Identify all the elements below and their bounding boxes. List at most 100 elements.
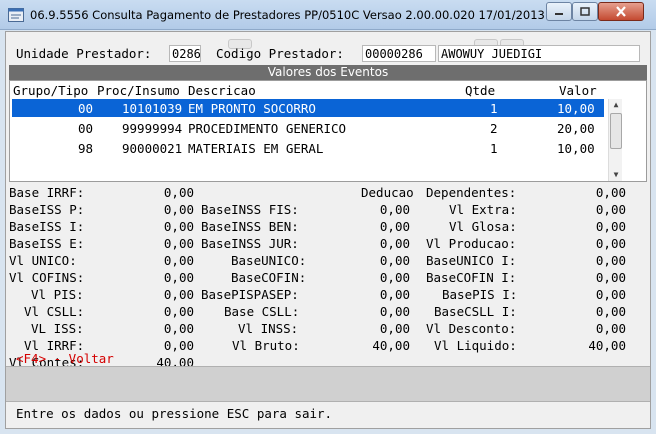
- cell-valor: 10,00: [557, 101, 595, 116]
- status-bar: Entre os dados ou pressione ESC para sai…: [6, 402, 650, 428]
- unidade-prestador-label: Unidade Prestador:: [16, 46, 152, 61]
- table-row[interactable]: 00 10101039 EM PRONTO SOCORRO 1 10,00: [12, 99, 604, 117]
- total-value: 40,00: [588, 338, 626, 353]
- total-label: BaseISS I:: [9, 219, 85, 234]
- total-label: BaseUNICO:: [231, 253, 307, 268]
- total-value: 0,00: [379, 236, 410, 251]
- close-icon: [616, 6, 626, 17]
- window-title: 06.9.5556 Consulta Pagamento de Prestado…: [30, 8, 586, 22]
- total-value: 0,00: [379, 219, 410, 234]
- grid-scrollbar[interactable]: ▲ ▼: [608, 99, 622, 181]
- grid-header: Grupo/Tipo Proc/Insumo Descricao Qtde Va…: [10, 81, 646, 99]
- scroll-down-icon[interactable]: ▼: [609, 169, 623, 181]
- cell-valor: 10,00: [557, 141, 595, 156]
- cell-grupo: 00: [78, 101, 94, 116]
- total-label: Vl Desconto:: [426, 321, 517, 336]
- minimize-button[interactable]: [546, 2, 572, 21]
- total-value: 0,00: [163, 185, 194, 200]
- cell-descricao: EM PRONTO SOCORRO: [188, 101, 316, 116]
- total-value: 40,00: [372, 338, 410, 353]
- total-label: BasePISPASEP:: [201, 287, 299, 302]
- total-value: 0,00: [163, 287, 194, 302]
- total-value: 0,00: [379, 304, 410, 319]
- total-label: Vl Producao:: [426, 236, 517, 251]
- totals-panel: Base IRRF: 0,00 BaseISS P: 0,00 BaseISS …: [6, 183, 650, 370]
- total-value: 0,00: [595, 304, 626, 319]
- total-label: Base IRRF:: [9, 185, 85, 200]
- total-label: Vl UNICO:: [9, 253, 77, 268]
- total-label: Vl INSS:: [238, 321, 299, 336]
- total-label: Vl Extra:: [449, 202, 517, 217]
- total-label: BaseCOFIN:: [231, 270, 307, 285]
- unidade-prestador-field[interactable]: 0286: [169, 45, 201, 62]
- app-icon: [8, 8, 24, 22]
- total-value: 0,00: [163, 202, 194, 217]
- total-value: 0,00: [595, 202, 626, 217]
- grid-title: Valores dos Eventos: [9, 65, 647, 80]
- table-row[interactable]: 98 90000021 MATERIAIS EM GERAL 1 10,00: [12, 139, 604, 157]
- total-label: Vl PIS:: [31, 287, 84, 302]
- total-label: Deducao: [361, 185, 414, 200]
- cell-descricao: MATERIAIS EM GERAL: [188, 141, 324, 156]
- status-message: Entre os dados ou pressione ESC para sai…: [16, 406, 333, 421]
- minimize-icon: [555, 12, 563, 15]
- cell-proc: 10101039: [122, 101, 183, 116]
- total-label: Dependentes:: [426, 185, 517, 200]
- column-header-grupo[interactable]: Grupo/Tipo: [13, 83, 88, 98]
- cell-qtde: 2: [490, 121, 498, 136]
- total-label: BaseCOFIN I:: [426, 270, 517, 285]
- total-label: VL ISS:: [31, 321, 84, 336]
- total-label: BaseINSS JUR:: [201, 236, 299, 251]
- total-value: 0,00: [379, 287, 410, 302]
- maximize-icon: [580, 7, 590, 16]
- events-grid[interactable]: Grupo/Tipo Proc/Insumo Descricao Qtde Va…: [9, 80, 647, 182]
- cell-valor: 20,00: [557, 121, 595, 136]
- cell-descricao: PROCEDIMENTO GENERICO: [188, 121, 347, 136]
- codigo-prestador-label: Codigo Prestador:: [216, 46, 344, 61]
- cell-proc: 90000021: [122, 141, 183, 156]
- total-value: 0,00: [163, 270, 194, 285]
- column-header-descricao[interactable]: Descricao: [188, 83, 256, 98]
- total-value: 0,00: [595, 270, 626, 285]
- total-label: Vl CSLL:: [24, 304, 85, 319]
- total-label: BaseINSS FIS:: [201, 202, 299, 217]
- total-label: Vl Bruto:: [232, 338, 300, 353]
- total-value: 0,00: [595, 253, 626, 268]
- codigo-prestador-field[interactable]: 00000286: [362, 45, 436, 62]
- scroll-up-icon[interactable]: ▲: [609, 99, 623, 111]
- total-value: 0,00: [163, 253, 194, 268]
- total-label: BasePIS I:: [442, 287, 518, 302]
- total-label: Vl Glosa:: [449, 219, 517, 234]
- column-header-qtde[interactable]: Qtde: [465, 83, 495, 98]
- total-value: 0,00: [163, 236, 194, 251]
- close-button[interactable]: [598, 2, 644, 21]
- total-label: Vl Liquido:: [434, 338, 517, 353]
- table-row[interactable]: 00 99999994 PROCEDIMENTO GENERICO 2 20,0…: [12, 119, 604, 137]
- cell-grupo: 00: [78, 121, 94, 136]
- total-value: 0,00: [595, 219, 626, 234]
- total-value: 0,00: [595, 321, 626, 336]
- provider-header: Unidade Prestador: 0286 Codigo Prestador…: [6, 32, 650, 62]
- f4-back-hint[interactable]: <F4> - Voltar: [16, 351, 114, 366]
- cell-qtde: 1: [490, 101, 498, 116]
- cell-qtde: 1: [490, 141, 498, 156]
- total-value: 0,00: [595, 236, 626, 251]
- total-value: 0,00: [163, 219, 194, 234]
- total-label: Vl COFINS:: [9, 270, 85, 285]
- total-value: 0,00: [163, 338, 194, 353]
- nome-prestador-field: AWOWUY JUEDIGI: [438, 45, 640, 62]
- title-bar: 06.9.5556 Consulta Pagamento de Prestado…: [0, 0, 656, 30]
- total-value: 0,00: [379, 202, 410, 217]
- function-key-strip: [6, 366, 650, 402]
- scroll-thumb[interactable]: [610, 113, 622, 149]
- total-label: BaseINSS BEN:: [201, 219, 299, 234]
- total-label: Base CSLL:: [224, 304, 300, 319]
- total-value: 0,00: [379, 270, 410, 285]
- total-label: BaseISS E:: [9, 236, 85, 251]
- column-header-valor[interactable]: Valor: [559, 83, 597, 98]
- column-header-proc[interactable]: Proc/Insumo: [97, 83, 180, 98]
- total-value: 0,00: [379, 321, 410, 336]
- client-area: Unidade Prestador: 0286 Codigo Prestador…: [5, 31, 651, 429]
- total-value: 0,00: [163, 321, 194, 336]
- maximize-button[interactable]: [572, 2, 598, 21]
